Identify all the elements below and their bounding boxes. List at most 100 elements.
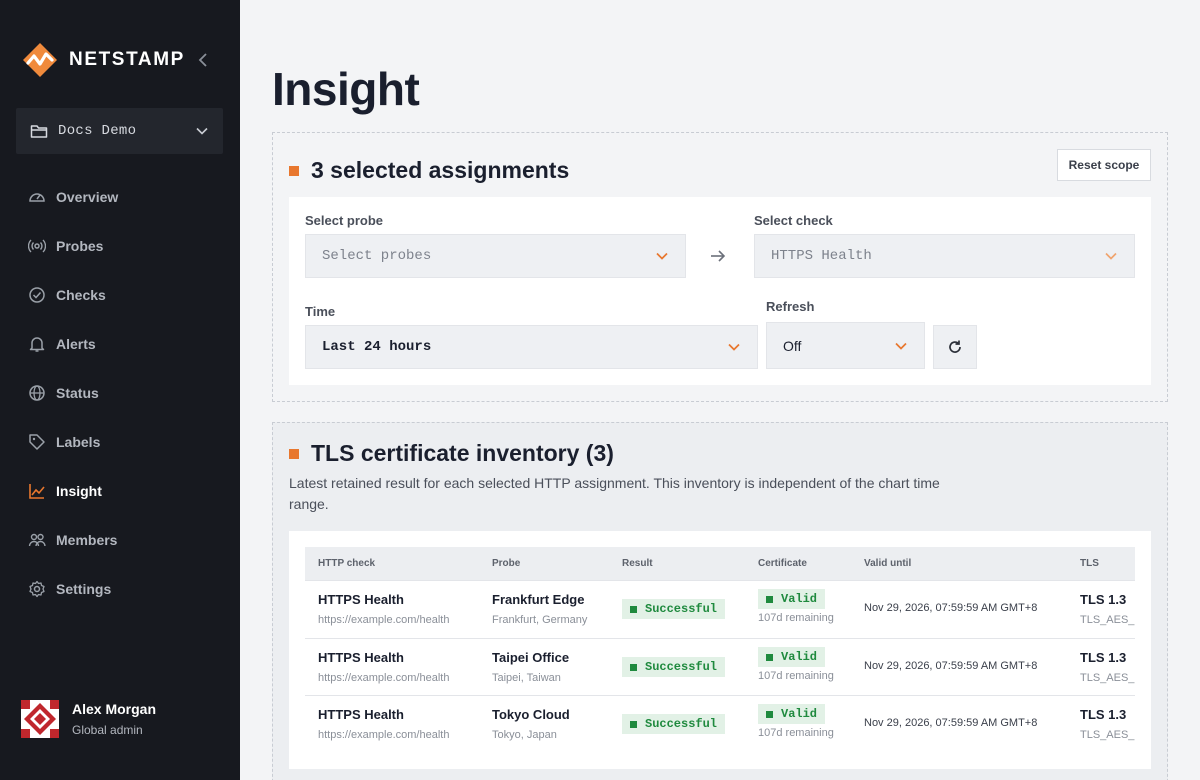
sidebar-item-status[interactable]: Status: [0, 368, 240, 417]
http-check-url: https://example.com/health: [318, 672, 450, 684]
certificate-text: Valid: [781, 592, 818, 606]
http-check-url: https://example.com/health: [318, 614, 450, 626]
sidebar-item-label: Overview: [56, 188, 119, 205]
refresh-label: Refresh: [766, 299, 815, 314]
certificate-remaining: 107d remaining: [758, 670, 834, 682]
netstamp-logo-icon: [23, 43, 57, 77]
table-row[interactable]: HTTPS Health https://example.com/health …: [305, 695, 1135, 752]
refresh-select[interactable]: Off: [766, 322, 925, 369]
col-probe: Probe: [492, 558, 521, 569]
sidebar-nav: Overview Probes Checks Alerts Status Lab…: [0, 172, 240, 613]
tls-description: Latest retained result for each selected…: [289, 475, 940, 512]
result-badge: Successful: [622, 714, 726, 734]
folder-icon: [30, 125, 48, 138]
probe-location: Frankfurt, Germany: [492, 614, 588, 626]
certificate-remaining: 107d remaining: [758, 612, 834, 624]
probe-name: Taipei Office: [492, 650, 570, 665]
refresh-icon: [949, 340, 961, 353]
sidebar-item-labels[interactable]: Labels: [0, 417, 240, 466]
sidebar-item-label: Status: [56, 384, 99, 401]
tls-version: TLS 1.3: [1080, 592, 1127, 607]
scope-panel: 3 selected assignments Reset scope Selec…: [272, 132, 1168, 402]
broadcast-icon: [28, 239, 46, 252]
http-check-url: https://example.com/health: [318, 729, 450, 741]
table-header: HTTP check Probe Result Certificate Vali…: [305, 547, 1135, 580]
certificate-text: Valid: [781, 650, 818, 664]
sidebar-item-members[interactable]: Members: [0, 515, 240, 564]
gauge-icon: [29, 192, 45, 202]
result-text: Successful: [645, 660, 718, 674]
sidebar-item-alerts[interactable]: Alerts: [0, 319, 240, 368]
chevron-left-icon[interactable]: [196, 50, 210, 70]
sidebar-item-label: Labels: [56, 433, 101, 450]
user-role: Global admin: [72, 723, 143, 737]
http-check-name: HTTPS Health: [318, 650, 404, 665]
time-label: Time: [305, 304, 336, 319]
table-row[interactable]: HTTPS Health https://example.com/health …: [305, 580, 1135, 637]
time-select[interactable]: Last 24 hours: [305, 325, 758, 369]
sidebar-item-checks[interactable]: Checks: [0, 270, 240, 319]
probe-location: Tokyo, Japan: [492, 729, 557, 741]
certificate-badge: Valid: [758, 589, 826, 609]
section-marker: [289, 165, 299, 176]
sidebar-item-label: Insight: [56, 482, 102, 499]
globe-icon: [29, 384, 45, 401]
result-text: Successful: [645, 602, 718, 616]
sidebar-item-overview[interactable]: Overview: [0, 172, 240, 221]
sidebar-item-insight[interactable]: Insight: [0, 466, 240, 515]
tls-version: TLS 1.3: [1080, 650, 1127, 665]
sidebar-item-label: Members: [56, 531, 118, 548]
sidebar-item-probes[interactable]: Probes: [0, 221, 240, 270]
sidebar-item-settings[interactable]: Settings: [0, 564, 240, 613]
chevron-down-icon: [728, 343, 740, 351]
valid-until: Nov 29, 2026, 07:59:59 AM GMT+8: [864, 660, 1038, 672]
result-badge: Successful: [622, 599, 726, 619]
gear-icon: [29, 580, 45, 597]
probe-select[interactable]: Select probes: [305, 234, 686, 278]
bell-icon: [29, 336, 45, 352]
line-chart-icon: [29, 483, 45, 499]
col-http-check: HTTP check: [318, 558, 376, 569]
brand[interactable]: NETSTAMP: [22, 42, 185, 78]
chevron-down-icon: [895, 342, 907, 350]
col-valid-until: Valid until: [864, 558, 912, 569]
check-label: Select check: [754, 213, 833, 228]
probe-location: Taipei, Taiwan: [492, 672, 561, 684]
tls-cipher: TLS_AES_1: [1080, 729, 1135, 741]
certificate-text: Valid: [781, 707, 818, 721]
table-row[interactable]: HTTPS Health https://example.com/health …: [305, 638, 1135, 695]
page-title: Insight: [272, 63, 420, 115]
tls-panel: TLS certificate inventory (3) Latest ret…: [272, 422, 1168, 780]
tag-icon: [29, 433, 45, 450]
check-select[interactable]: HTTPS Health: [754, 234, 1135, 278]
probe-label: Select probe: [305, 213, 384, 228]
user-profile[interactable]: Alex Morgan Global admin: [21, 700, 156, 738]
reset-scope-button[interactable]: Reset scope: [1057, 149, 1151, 181]
tls-table-card: HTTP check Probe Result Certificate Vali…: [289, 531, 1151, 769]
filter-card: Select probe Select probes Select check …: [289, 197, 1151, 385]
check-circle-icon: [29, 286, 45, 303]
tls-title: TLS certificate inventory (3): [311, 440, 614, 466]
chevron-down-icon: [656, 252, 668, 260]
http-check-name: HTTPS Health: [318, 707, 404, 722]
sidebar-item-label: Checks: [56, 286, 106, 303]
tls-table: HTTP check Probe Result Certificate Vali…: [305, 547, 1135, 753]
tls-cipher: TLS_AES_1: [1080, 672, 1135, 684]
certificate-remaining: 107d remaining: [758, 727, 834, 739]
probe-name: Tokyo Cloud: [492, 707, 570, 722]
sidebar-item-label: Probes: [56, 237, 104, 254]
project-selector[interactable]: Docs Demo: [16, 108, 223, 154]
project-name: Docs Demo: [58, 123, 137, 139]
users-icon: [28, 533, 46, 546]
probe-name: Frankfurt Edge: [492, 592, 585, 607]
refresh-button[interactable]: [933, 325, 977, 369]
col-result: Result: [622, 558, 653, 569]
valid-until: Nov 29, 2026, 07:59:59 AM GMT+8: [864, 602, 1038, 614]
tls-version: TLS 1.3: [1080, 707, 1127, 722]
result-badge: Successful: [622, 657, 726, 677]
sidebar-item-label: Alerts: [56, 335, 96, 352]
chevron-down-icon: [1105, 252, 1117, 260]
certificate-badge: Valid: [758, 647, 826, 667]
valid-until: Nov 29, 2026, 07:59:59 AM GMT+8: [864, 717, 1038, 729]
result-text: Successful: [645, 717, 718, 731]
